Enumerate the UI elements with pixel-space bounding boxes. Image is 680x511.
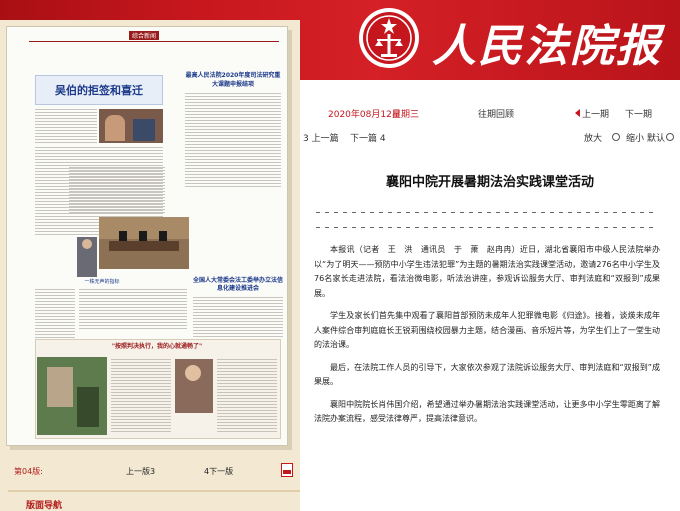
prev-issue-arrow-icon[interactable] — [575, 109, 580, 117]
thumb-text-block — [193, 297, 283, 337]
date-bar: 2020年08月12日 星期三 往期回顾 上一期 下一期 — [300, 106, 680, 120]
court-emblem-icon — [359, 8, 419, 68]
article-body: 本报讯（记者 王 洪 通讯员 于 萧 赵冉冉）近日，湖北省襄阳市中级人民法院举办… — [314, 243, 660, 435]
current-page-label: 第04版: — [14, 467, 43, 476]
thumb-text-block — [79, 289, 187, 329]
article-paragraph: 襄阳中院院长肖伟国介绍，希望通过举办暑期法治实践课堂活动，让更多中小学生零距离了… — [314, 399, 660, 424]
pdf-download-icon[interactable] — [281, 463, 293, 477]
thumb-bottom-photo-2 — [175, 359, 213, 413]
thumb-text-block — [185, 93, 281, 189]
zoom-in-icon[interactable] — [612, 133, 620, 141]
history-link[interactable]: 往期回顾 — [478, 107, 514, 120]
issue-weekday: 星期三 — [392, 110, 420, 120]
reset-button[interactable]: 默认 — [647, 131, 665, 144]
thumb-topbar: 综合新闻 — [29, 31, 279, 41]
next-issue-link[interactable]: 下一期 — [625, 107, 652, 120]
reset-zoom-icon[interactable] — [666, 133, 674, 141]
thumb-text-block — [69, 167, 165, 213]
thumb-standing-photo — [77, 237, 97, 277]
thumb-photo — [99, 109, 163, 143]
article-paragraph: 学生及家长们首先集中观看了襄阳首部预防未成年人犯罪微电影《归途》。接着，谈煐未成… — [314, 311, 660, 349]
thumb-courtroom-photo — [99, 217, 189, 269]
thumb-text-block — [35, 109, 97, 143]
thumb-text-block — [111, 359, 171, 433]
shrink-button[interactable]: 缩小 — [626, 131, 644, 144]
next-article-link[interactable]: 下一篇 4 — [350, 131, 386, 144]
prev-page-link[interactable]: 上一版3 — [126, 466, 155, 477]
prev-article-link[interactable]: 3 上一篇 — [303, 131, 339, 144]
next-page-link[interactable]: 4下一版 — [204, 466, 233, 477]
thumb-headline[interactable]: 吴伯的拒签和喜迁 — [35, 75, 163, 105]
issue-date: 2020年08月12日 — [328, 110, 401, 120]
thumb-section-label: 综合新闻 — [129, 31, 160, 40]
title-divider — [316, 212, 656, 213]
page-thumbnail[interactable]: 综合新闻 吴伯的拒签和喜迁 最高人民法院2020年度司法研究重大课题申报结项 一… — [6, 26, 288, 446]
page-pager: 第04版: 上一版3 4下一版 — [8, 460, 300, 482]
thumb-right-headline[interactable]: 最高人民法院2020年度司法研究重大课题申报结项 — [185, 71, 281, 89]
title-divider — [316, 227, 656, 228]
thumb-box-headline[interactable]: 全国人大常委会法工委举办立法信息化建设推进会 — [193, 277, 283, 293]
page-navigation: 版面导航 — [8, 490, 300, 511]
article-title: 襄阳中院开展暑期法治实践课堂活动 — [385, 175, 594, 190]
page-navigation-label[interactable]: 版面导航 — [26, 498, 62, 511]
thumb-text-block — [217, 359, 277, 433]
prev-issue-link[interactable]: 上一期 — [582, 107, 609, 120]
article-paragraph: 本报讯（记者 王 洪 通讯员 于 萧 赵冉冉）近日，湖北省襄阳市中级人民法院举办… — [314, 245, 660, 298]
thumb-bottom-photo — [37, 357, 107, 435]
masthead-title: 人民法院报 — [432, 21, 662, 72]
thumb-rule — [29, 41, 279, 42]
article-paragraph: 最后，在法院工作人员的引导下，大家依次参观了法院诉讼服务大厅、审判法庭和“双报到… — [314, 362, 660, 387]
thumb-mid-headline: 一株无声的指标 — [84, 279, 120, 285]
tools-bar: 3 上一篇 下一篇 4 放大 缩小 默认 — [300, 130, 680, 144]
thumb-bottom-headline[interactable]: "按照判决执行，我的心就通畅了" — [67, 343, 247, 351]
enlarge-button[interactable]: 放大 — [584, 131, 602, 144]
